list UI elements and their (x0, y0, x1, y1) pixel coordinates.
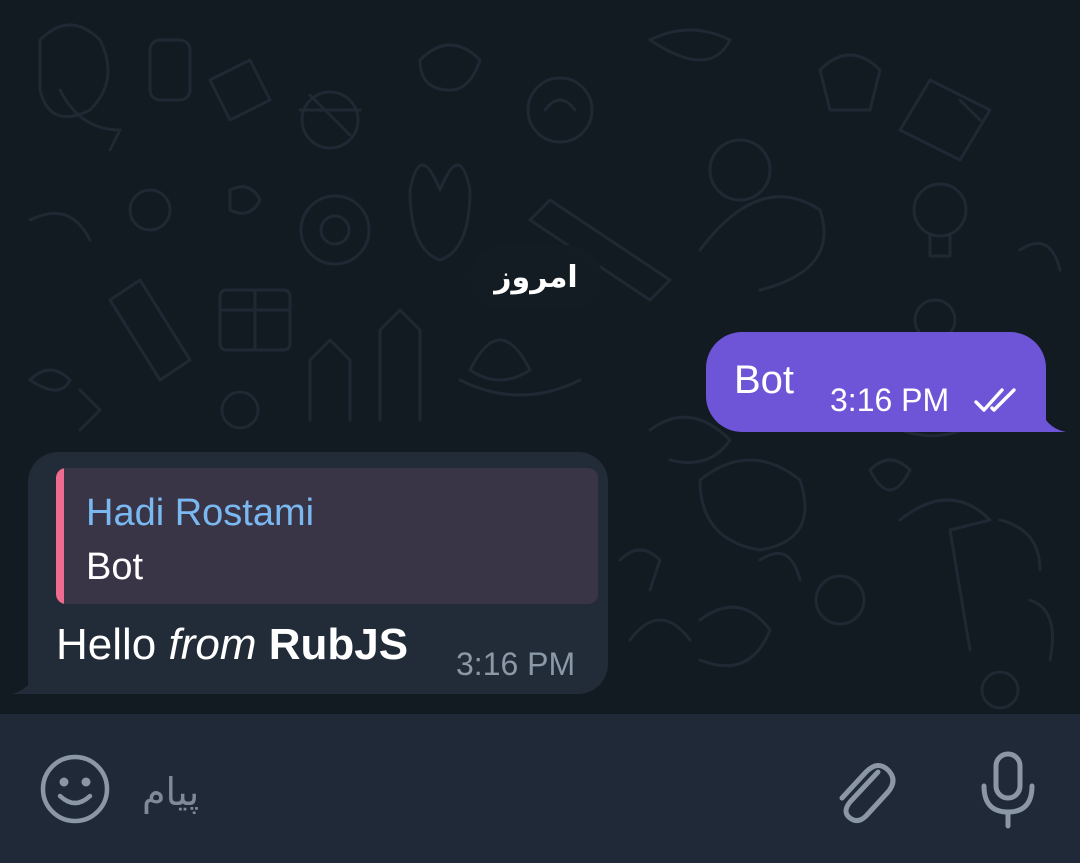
incoming-message-time: 3:16 PM (456, 646, 576, 682)
reply-quote[interactable]: Hadi Rostami Bot (56, 468, 598, 604)
outgoing-message-text: Bot (734, 358, 795, 402)
reply-quote-author: Hadi Rostami (86, 492, 315, 534)
emoji-icon[interactable] (38, 752, 112, 826)
incoming-text-italic: from (168, 620, 257, 669)
message-input[interactable] (140, 756, 784, 828)
chat-area[interactable]: امروز Bot 3:16 PM Hadi Rostami Bot Hello… (0, 0, 1080, 714)
outgoing-bubble-tail (1030, 402, 1066, 432)
reply-quote-accent (56, 468, 64, 604)
incoming-bubble-tail (12, 664, 44, 694)
reply-quote-text: Bot (86, 546, 144, 588)
mic-icon[interactable] (978, 750, 1038, 830)
incoming-message-text: Hello from RubJS (56, 620, 408, 670)
outgoing-message-time: 3:16 PM (830, 382, 950, 418)
incoming-text-plain: Hello (56, 620, 169, 669)
attach-icon[interactable] (828, 752, 898, 826)
double-check-icon (974, 388, 1016, 412)
incoming-text-bold: RubJS (268, 620, 409, 669)
date-separator: امروز (470, 245, 602, 309)
